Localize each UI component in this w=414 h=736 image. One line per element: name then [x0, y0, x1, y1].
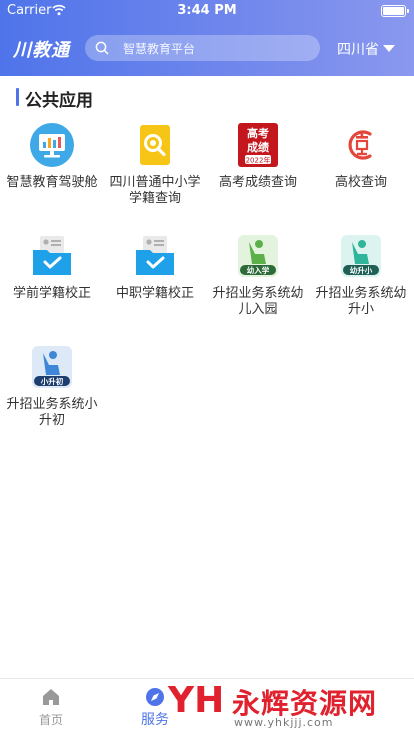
app-label: 四川普通中小学学籍查询: [109, 175, 201, 206]
battery-icon: [381, 5, 409, 17]
kindergarten-enroll-icon: 幼入学: [238, 235, 278, 277]
caret-down-icon[interactable]: [383, 45, 395, 52]
app-item-kindergarten-enroll[interactable]: 幼入学 升招业务系统幼儿入园: [208, 234, 308, 324]
gaokao-icon-line1: 高考: [247, 126, 269, 140]
app-logo: 川教通: [13, 40, 70, 61]
search-icon: [95, 41, 109, 55]
app-label: 高校查询: [334, 175, 387, 190]
tab-home[interactable]: 首页: [21, 679, 81, 736]
watermark: YH 永辉资源网 www.yhkjjj.com: [168, 680, 414, 732]
app-label: 升招业务系统幼儿入园: [212, 286, 304, 317]
preschool-record-folder-icon: [33, 236, 71, 275]
gaokao-icon-line2: 成绩: [247, 140, 269, 154]
university-search-icon: [348, 130, 372, 160]
primary-icon-label: 幼升小: [350, 265, 373, 275]
gaokao-score-icon: 高考 成绩 2022年: [238, 123, 278, 167]
vocational-record-folder-icon: [136, 236, 174, 275]
home-icon: [43, 689, 59, 705]
section-title: 公共应用: [25, 91, 93, 111]
kindergarten-to-primary-icon: 幼升小: [341, 235, 381, 277]
app-label: 中职学籍校正: [115, 286, 194, 301]
app-item-university[interactable]: 高校查询: [311, 123, 411, 213]
app-item-primary-to-middle[interactable]: 小升初 升招业务系统小升初: [2, 345, 102, 435]
app-item-vocational[interactable]: 中职学籍校正: [105, 234, 205, 324]
primary-to-middle-icon: 小升初: [32, 346, 72, 388]
app-label: 升招业务系统小升初: [6, 397, 98, 428]
search-placeholder: 智慧教育平台: [123, 42, 196, 56]
search-bar[interactable]: 智慧教育平台: [85, 35, 320, 61]
dashboard-monitor-icon: [30, 123, 74, 167]
app-label: 高考成绩查询: [218, 175, 297, 190]
enroll-icon-label: 幼入学: [247, 265, 270, 275]
student-record-search-icon: [140, 125, 170, 165]
region-selector[interactable]: 四川省: [337, 39, 379, 59]
app-item-dashboard[interactable]: 智慧教育驾驶舱: [2, 123, 102, 213]
tab-home-label: 首页: [38, 713, 63, 727]
app-item-kindergarten-to-primary[interactable]: 幼升小 升招业务系统幼升小: [311, 234, 411, 324]
gaokao-icon-year: 2022年: [246, 156, 271, 165]
status-time: 3:44 PM: [177, 3, 237, 18]
top-bar: Carrier 3:44 PM 川教通 智慧教育平台 四川省: [0, 0, 414, 76]
app-item-student-record[interactable]: 四川普通中小学学籍查询: [105, 123, 205, 213]
middle-icon-label: 小升初: [41, 376, 64, 386]
app-label: 智慧教育驾驶舱: [6, 175, 98, 190]
compass-icon: [146, 688, 164, 706]
watermark-url: www.yhkjjj.com: [234, 716, 334, 729]
app-label: 学前学籍校正: [12, 286, 91, 301]
section-accent-bar: [16, 88, 19, 106]
app-item-gaokao[interactable]: 高考 成绩 2022年 高考成绩查询: [208, 123, 308, 213]
status-bar: Carrier 3:44 PM: [0, 0, 414, 22]
app-item-preschool[interactable]: 学前学籍校正: [2, 234, 102, 324]
watermark-logo: YH: [168, 680, 225, 721]
app-label: 升招业务系统幼升小: [315, 286, 407, 317]
